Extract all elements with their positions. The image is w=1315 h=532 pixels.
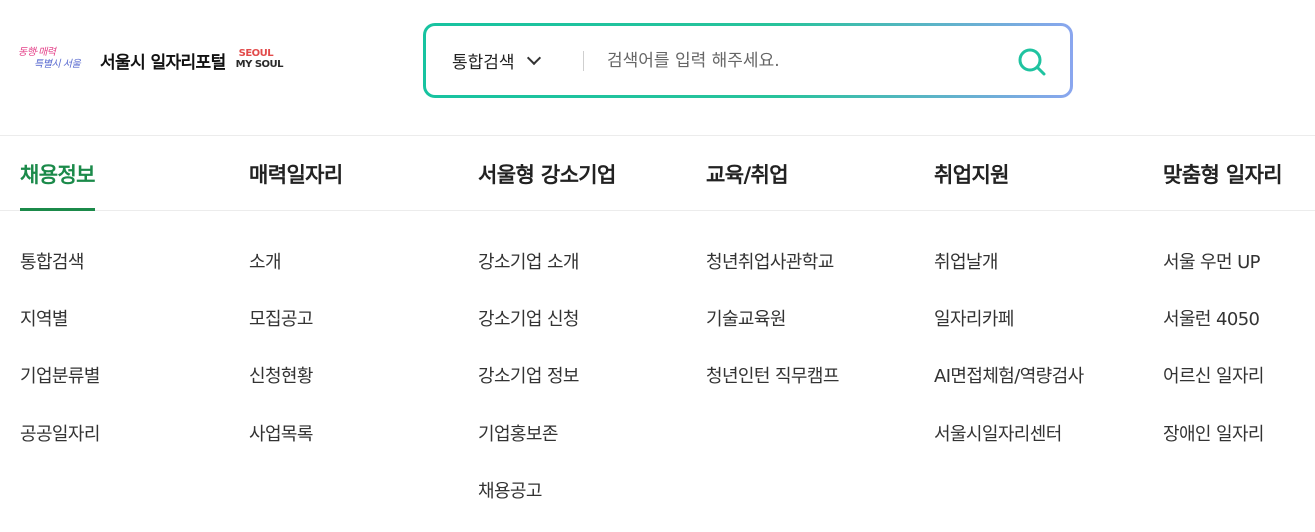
submenu-item[interactable]: 장애인 일자리 — [1163, 424, 1264, 446]
submenu-item[interactable]: 취업날개 — [934, 252, 998, 274]
portal-title: 서울시 일자리포털 — [100, 52, 226, 73]
submenu-item[interactable]: 기술교육원 — [706, 309, 786, 331]
submenu-item[interactable]: 서울런 4050 — [1163, 309, 1260, 331]
site-logo[interactable]: 동행·매력 특별시 서울 서울시 일자리포털 SEOUL MY SOUL — [18, 40, 284, 80]
chevron-down-icon — [526, 50, 541, 65]
submenu-item[interactable]: 어르신 일자리 — [1163, 366, 1264, 388]
nav-tab-education-employment[interactable]: 교육/취업 — [706, 136, 789, 211]
submenu-item[interactable]: AI면접체험/역량검사 — [934, 366, 1084, 388]
submenu-item[interactable]: 사업목록 — [249, 424, 313, 446]
slogan-line1: 동행·매력 — [18, 47, 56, 58]
search-icon — [1018, 48, 1046, 76]
submenu-item[interactable]: 강소기업 소개 — [478, 252, 579, 274]
nav-tab-attractive-jobs[interactable]: 매력일자리 — [249, 136, 343, 211]
search-scope-label: 통합검색 — [452, 53, 515, 73]
submenu-item[interactable]: 공공일자리 — [20, 424, 100, 446]
submenu-item[interactable]: 서울 우먼 UP — [1163, 252, 1261, 274]
nav-tab-small-giant-companies[interactable]: 서울형 강소기업 — [478, 136, 616, 211]
submenu-item[interactable]: 기업분류별 — [20, 366, 100, 388]
search-button[interactable] — [1016, 46, 1048, 78]
submenu-item[interactable]: 청년취업사관학교 — [706, 252, 834, 274]
submenu-item[interactable]: 소개 — [249, 252, 282, 274]
submenu-item[interactable]: 통합검색 — [20, 252, 84, 274]
site-header: 동행·매력 특별시 서울 서울시 일자리포털 SEOUL MY SOUL 통합검… — [0, 0, 1315, 136]
nav-tab-employment-support[interactable]: 취업지원 — [934, 136, 1009, 211]
submenu-item[interactable]: 채용공고 — [478, 481, 542, 503]
search-input[interactable] — [607, 43, 987, 79]
nav-tab-job-info[interactable]: 채용정보 — [20, 136, 95, 211]
submenu-item[interactable]: 청년인턴 직무캠프 — [706, 366, 839, 388]
search-bar: 통합검색 — [423, 23, 1073, 98]
submenu-item[interactable]: 서울시일자리센터 — [934, 424, 1062, 446]
submenu-item[interactable]: 지역별 — [20, 309, 68, 331]
seoul-my-soul-logo: SEOUL MY SOUL — [236, 45, 284, 75]
submenu-item[interactable]: 모집공고 — [249, 309, 313, 331]
seoul-slogan-logo: 동행·매력 특별시 서울 — [18, 40, 92, 80]
search-divider — [583, 51, 584, 71]
brand-line1: SEOUL — [238, 48, 274, 59]
slogan-line2: 특별시 서울 — [34, 59, 81, 70]
submenu-item[interactable]: 일자리카페 — [934, 309, 1014, 331]
nav-tab-custom-jobs[interactable]: 맞춤형 일자리 — [1163, 136, 1283, 211]
submenu-item[interactable]: 강소기업 신청 — [478, 309, 579, 331]
brand-line2: MY SOUL — [235, 59, 284, 70]
submenu-item[interactable]: 기업홍보존 — [478, 424, 558, 446]
submenu-item[interactable]: 강소기업 정보 — [478, 366, 579, 388]
search-scope-select[interactable]: 통합검색 — [452, 26, 541, 95]
main-nav: 채용정보 매력일자리 서울형 강소기업 교육/취업 취업지원 맞춤형 일자리 — [0, 136, 1315, 211]
submenu-item[interactable]: 신청현황 — [249, 366, 313, 388]
